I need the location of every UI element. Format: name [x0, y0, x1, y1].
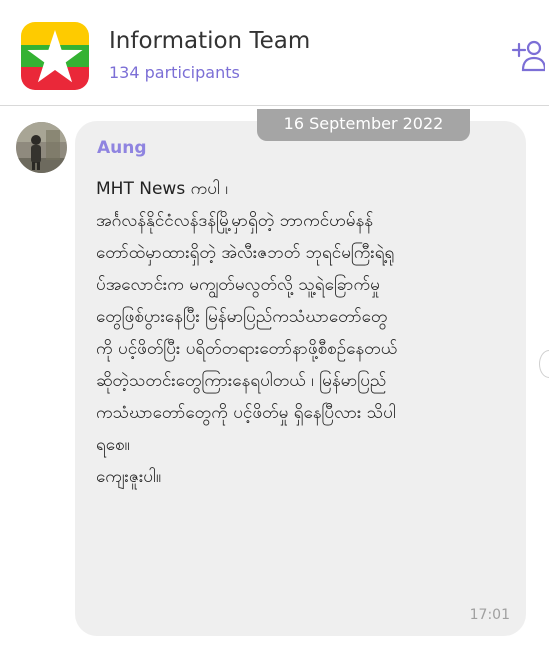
side-panel-handle[interactable] [539, 350, 549, 378]
message-line: ကျေးဇူးပါ။ [96, 467, 162, 487]
chat-header: Information Team 134 participants [0, 0, 549, 106]
message-line: ကို ပင့်ဖိတ်ပြီး ပရိတ်တရားတော်နာဖို့စီစဉ… [96, 339, 398, 359]
add-user-icon [511, 40, 547, 72]
sender-photo-icon [16, 122, 67, 173]
message-line: ရစေ။ [96, 435, 130, 455]
message-line: ဆိုတဲ့သတင်းတွေကြားနေရပါတယ် ၊ မြန်မာပြည် [96, 371, 387, 391]
group-avatar[interactable] [21, 22, 89, 90]
message-line: အင်္ဂလန်နိုင်ငံလန်ဒန်မြို့မှာရှိတဲ့ ဘာကင… [96, 211, 374, 231]
myanmar-flag-icon [21, 22, 89, 90]
participants-count[interactable]: 134 participants [109, 63, 240, 82]
date-separator: 16 September 2022 [257, 109, 470, 141]
message-line: တော်ထဲမှာထားရှိတဲ့ အဲလီးဇဘတ် ဘုရင်မကြီးရ… [96, 243, 395, 263]
message-line: MHT News ကပါ ၊ [96, 179, 228, 199]
message-line: ကသံဃာတော်တွေကို ပင့်ဖိတ်မှု ရှိနေပြီလား … [96, 403, 396, 423]
message-text: MHT News ကပါ ၊ အင်္ဂလန်နိုင်ငံလန်ဒန်မြို… [96, 173, 511, 493]
message-bubble[interactable]: Aung MHT News ကပါ ၊ အင်္ဂလန်နိုင်ငံလန်ဒန… [75, 121, 526, 636]
sender-name[interactable]: Aung [97, 138, 147, 158]
add-user-button[interactable] [511, 38, 547, 72]
sender-avatar[interactable] [16, 122, 67, 173]
message-line: တွေဖြစ်ပွားနေပြီး မြန်မာပြည်ကသံဃာတော်တွေ [96, 307, 388, 327]
message-line: ပ်အလောင်းက မကျွတ်မလွတ်လို့ သူ့ရဲခြောက်မှ… [96, 275, 380, 295]
message-timestamp: 17:01 [469, 607, 510, 623]
group-title[interactable]: Information Team [109, 28, 310, 54]
